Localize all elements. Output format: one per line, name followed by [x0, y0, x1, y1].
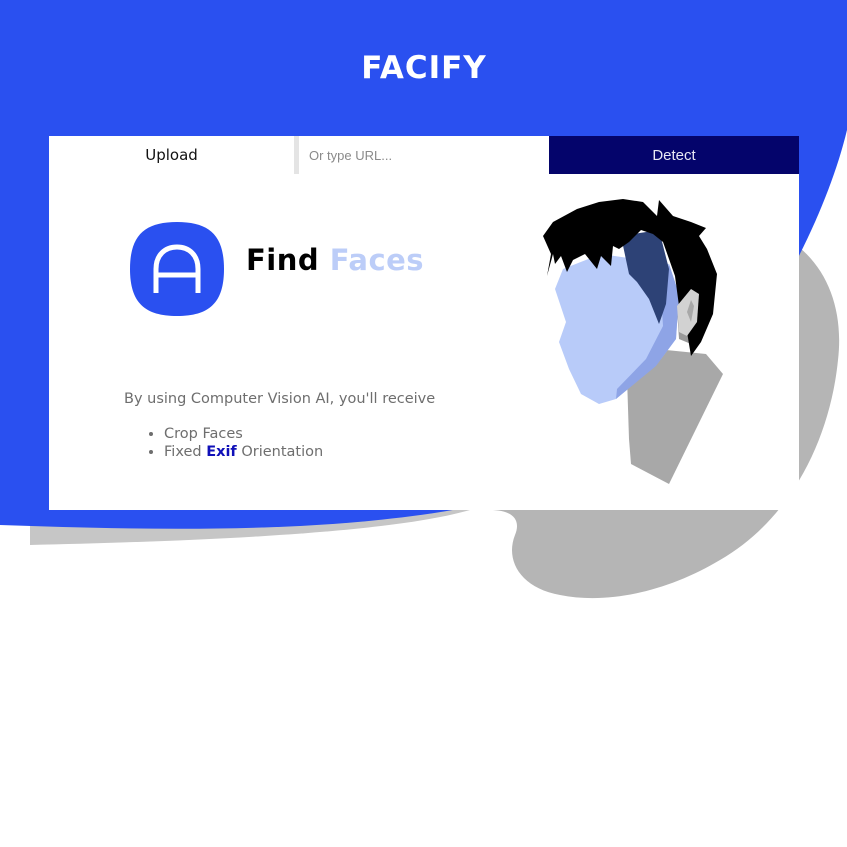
feature-suffix: Orientation	[236, 444, 324, 460]
brand-name: FACIFY	[361, 50, 487, 86]
headline-word-find: Find	[246, 243, 320, 277]
main-card: Upload Detect Find Faces By using Comput…	[49, 136, 799, 510]
person-face-illustration-icon	[543, 199, 723, 484]
upload-button[interactable]: Upload	[49, 136, 294, 174]
feature-highlight: Exif	[206, 444, 237, 460]
feature-list: Crop Faces Fixed Exif Orientation	[124, 425, 323, 461]
facify-logo: FACIFY	[361, 50, 487, 86]
detect-button[interactable]: Detect	[549, 136, 799, 174]
intro-text: By using Computer Vision AI, you'll rece…	[124, 391, 436, 407]
page: FACIFY Upload Detect Find Faces By using…	[0, 0, 847, 847]
headline-word-faces: Faces	[329, 243, 425, 277]
url-input[interactable]	[294, 136, 549, 174]
feature-label: Crop Faces	[164, 426, 243, 442]
app-logo-icon	[130, 222, 224, 316]
headline: Find Faces	[246, 240, 424, 280]
feature-item: Crop Faces	[164, 425, 323, 443]
feature-item: Fixed Exif Orientation	[164, 443, 323, 461]
toolbar: Upload Detect	[49, 136, 799, 174]
feature-prefix: Fixed	[164, 444, 207, 460]
